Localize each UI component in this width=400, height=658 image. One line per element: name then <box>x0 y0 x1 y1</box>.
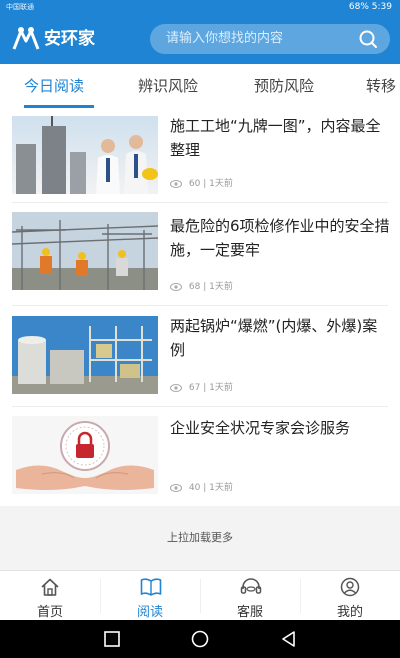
meta-separator: | <box>203 483 207 493</box>
publish-time: 1天前 <box>209 282 233 292</box>
view-count: 67 <box>188 383 201 393</box>
battery-level: 68% <box>348 2 369 12</box>
status-right: 68% 5:39 <box>349 0 392 14</box>
nav-reading[interactable]: 阅读 <box>100 571 200 621</box>
nav-profile-label: 我的 <box>336 605 363 620</box>
tab-prevent-risk[interactable]: 预防风险 <box>254 64 314 108</box>
article-item[interactable]: 两起锅炉“爆燃”(内爆、外爆)案例 67 | 1天前 <box>0 308 400 408</box>
views-icon <box>170 483 182 492</box>
article-item[interactable]: 企业安全状况专家会诊服务 40 | 1天前 <box>0 408 400 508</box>
thumbnail-boiler-plant <box>12 316 158 394</box>
article-title[interactable]: 最危险的6项检修作业中的安全措施，一定要牢 <box>170 214 390 262</box>
thumbnail-construction-engineers <box>12 116 158 194</box>
search-bar[interactable]: 请输入你想找的内容 <box>150 24 390 54</box>
nav-reading-label: 阅读 <box>136 605 163 620</box>
divider <box>12 305 388 306</box>
search-icon[interactable] <box>358 29 378 49</box>
article-meta: 60 | 1天前 <box>170 176 233 189</box>
article-title[interactable]: 施工工地“九牌一图”，内容最全整理 <box>170 114 390 162</box>
app-name: 安环家 <box>44 29 95 49</box>
nav-customer-service[interactable]: 客服 <box>200 571 300 621</box>
article-meta: 40 | 1天前 <box>170 480 233 493</box>
recent-apps-icon[interactable] <box>103 630 121 648</box>
article-feed: 施工工地“九牌一图”，内容最全整理 60 | 1天前 最危险的6项检修作业中的安… <box>0 108 400 570</box>
search-input[interactable]: 请输入你想找的内容 <box>166 24 283 54</box>
headset-icon <box>240 578 262 594</box>
publish-time: 1天前 <box>209 483 233 493</box>
divider <box>12 406 388 407</box>
divider <box>12 202 388 203</box>
status-bar: 中国联通 68% 5:39 <box>0 0 400 14</box>
publish-time: 1天前 <box>209 383 233 393</box>
home-button-icon[interactable] <box>191 630 209 648</box>
load-more-hint[interactable]: 上拉加载更多 <box>0 506 400 570</box>
article-item[interactable]: 最危险的6项检修作业中的安全措施，一定要牢 68 | 1天前 <box>0 208 400 308</box>
nav-customer-service-label: 客服 <box>236 605 263 620</box>
article-title[interactable]: 企业安全状况专家会诊服务 <box>170 416 390 440</box>
tab-transfer[interactable]: 转移 <box>366 64 396 108</box>
view-count: 60 <box>188 179 201 189</box>
category-tabs: 今日阅读 辨识风险 预防风险 转移 <box>0 64 400 109</box>
article-meta: 68 | 1天前 <box>170 279 233 292</box>
nav-home-label: 首页 <box>36 605 63 620</box>
meta-separator: | <box>203 282 207 292</box>
system-nav-bar <box>0 620 400 658</box>
user-icon <box>340 577 360 597</box>
carrier-label: 中国联通 <box>6 3 34 11</box>
meta-separator: | <box>203 383 207 393</box>
clock: 5:39 <box>371 2 392 12</box>
tab-today-reading[interactable]: 今日阅读 <box>24 64 84 108</box>
view-count: 68 <box>188 282 201 292</box>
views-icon <box>170 282 182 291</box>
app-logo-icon <box>12 27 40 50</box>
nav-profile[interactable]: 我的 <box>300 571 400 621</box>
publish-time: 1天前 <box>209 179 233 189</box>
bottom-nav: 首页 阅读 客服 我的 <box>0 570 400 621</box>
back-button-icon[interactable] <box>280 630 298 648</box>
nav-home[interactable]: 首页 <box>0 571 100 621</box>
home-icon <box>41 578 59 596</box>
article-title[interactable]: 两起锅炉“爆燃”(内爆、外爆)案例 <box>170 314 390 362</box>
thumbnail-hands-lock <box>12 416 158 494</box>
tab-identify-risk[interactable]: 辨识风险 <box>138 64 198 108</box>
book-icon <box>140 578 162 596</box>
view-count: 40 <box>188 483 201 493</box>
thumbnail-substation-workers <box>12 212 158 290</box>
app-header: 安环家 请输入你想找的内容 <box>0 14 400 64</box>
views-icon <box>170 179 182 188</box>
article-item[interactable]: 施工工地“九牌一图”，内容最全整理 60 | 1天前 <box>0 108 400 208</box>
views-icon <box>170 383 182 392</box>
meta-separator: | <box>203 179 207 189</box>
article-meta: 67 | 1天前 <box>170 380 233 393</box>
